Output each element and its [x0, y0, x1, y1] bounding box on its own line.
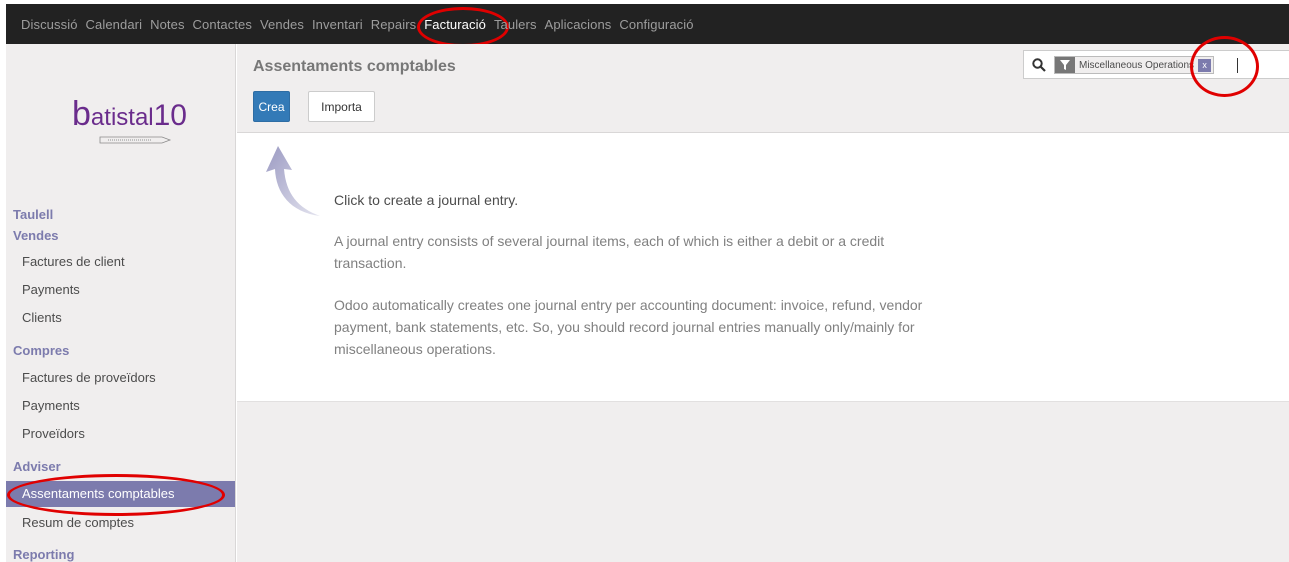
menu-aplicacions[interactable]: Aplicacions [541, 17, 616, 32]
company-logo[interactable]: batistal10 [72, 95, 187, 147]
create-button[interactable]: Crea [253, 91, 290, 122]
menu-taulers[interactable]: Taulers [490, 17, 541, 32]
search-icon[interactable] [1032, 58, 1046, 72]
sidebar-section-taulell[interactable]: Taulell [13, 207, 53, 222]
menu-facturacio[interactable]: Facturació [417, 6, 509, 47]
menu-contactes[interactable]: Contactes [189, 17, 256, 32]
menu-configuracio[interactable]: Configuració [615, 17, 697, 32]
sidebar-item-proveidors[interactable]: Proveïdors [6, 421, 235, 447]
sidebar-item-resum-comptes[interactable]: Resum de comptes [6, 510, 235, 536]
menu-calendari[interactable]: Calendari [82, 17, 147, 32]
page-title[interactable]: Assentaments comptables [253, 58, 456, 76]
menu-repairs[interactable]: Repairs [367, 17, 421, 32]
logo-wordmark: batistal10 [72, 95, 187, 133]
help-paragraph-2: Odoo automatically creates one journal e… [334, 297, 923, 357]
sidebar: batistal10 Taulell Vendes Factures de cl… [6, 44, 236, 562]
menu-inventari[interactable]: Inventari [308, 17, 367, 32]
sidebar-section-adviser: Adviser [13, 459, 61, 474]
sidebar-section-compres: Compres [13, 343, 70, 358]
menu-vendes[interactable]: Vendes [256, 17, 308, 32]
control-panel: Assentaments comptables Crea Importa Mis… [237, 44, 1289, 133]
no-content-help: Click to create a journal entry. A journ… [237, 134, 1289, 401]
highlight-ring-facet-remove [1190, 36, 1259, 97]
help-paragraph-1: A journal entry consists of several jour… [334, 233, 885, 271]
sidebar-item-clients[interactable]: Clients [6, 305, 235, 331]
sidebar-item-factures-proveidors[interactable]: Factures de proveïdors [6, 365, 235, 391]
sidebar-item-payments-sales[interactable]: Payments [6, 277, 235, 303]
facet-label: Miscellaneous Operations [1079, 59, 1195, 71]
empty-list-area [237, 401, 1289, 562]
sidebar-section-vendes: Vendes [13, 228, 59, 243]
sidebar-item-factures-client[interactable]: Factures de client [6, 249, 235, 275]
import-button[interactable]: Importa [308, 91, 375, 122]
menu-notes[interactable]: Notes [146, 17, 188, 32]
sidebar-item-payments-purchases[interactable]: Payments [6, 393, 235, 419]
filter-icon [1055, 57, 1075, 73]
logo-tagline-arrow [99, 136, 172, 144]
top-menu-bar: Discussió Calendari Notes Contactes Vend… [6, 4, 1289, 47]
sidebar-item-assentaments-comptables[interactable]: Assentaments comptables [6, 474, 235, 516]
sidebar-section-reporting[interactable]: Reporting [13, 547, 74, 562]
help-headline: Click to create a journal entry. [334, 192, 519, 208]
arrow-up-icon [266, 146, 320, 216]
menu-discussio[interactable]: Discussió [17, 17, 82, 32]
